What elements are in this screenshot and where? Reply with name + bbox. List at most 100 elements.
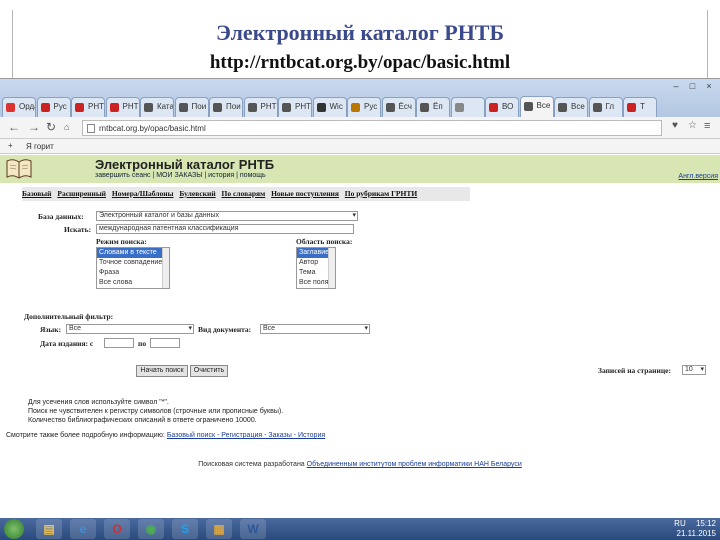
english-version-link[interactable]: Англ.версия — [678, 173, 718, 180]
browser-tab[interactable]: Все — [554, 97, 588, 117]
add-bookmark-icon[interactable]: + — [8, 141, 13, 150]
tab-favicon-icon — [523, 102, 533, 111]
paint-icon[interactable]: ▦ — [206, 519, 232, 539]
search-button[interactable]: Начать поиск — [136, 365, 188, 377]
clock-time[interactable]: 15:12 — [696, 519, 716, 528]
browser-tab[interactable]: РНТ — [243, 97, 278, 117]
browser-tab[interactable]: Т — [623, 97, 657, 117]
mode-option[interactable]: Фраза — [97, 268, 169, 278]
doctype-select[interactable]: Все — [260, 324, 370, 334]
tab-dictionaries[interactable]: По словарям — [222, 189, 266, 198]
minimize-button[interactable]: – — [669, 81, 683, 91]
clock-date[interactable]: 21.11.2015 — [674, 529, 716, 539]
skype-icon[interactable]: S — [172, 519, 198, 539]
start-button[interactable] — [4, 519, 24, 539]
search-value: международная патентная классификация — [99, 225, 239, 232]
note-line: Количество библиографических описаний в … — [28, 417, 257, 424]
open-book-icon — [6, 159, 32, 179]
menu-icon[interactable]: ≡ — [704, 120, 710, 132]
tab-favicon-icon — [592, 103, 602, 112]
browser-tab[interactable]: Ëп — [416, 97, 450, 117]
scrollbar[interactable] — [328, 248, 335, 288]
per-page-select[interactable]: 10 — [682, 365, 706, 375]
browser-tab[interactable]: Орда — [2, 97, 36, 117]
tab-favicon-icon — [385, 103, 395, 112]
footer-link[interactable]: Объединенным институтом проблем информат… — [307, 461, 522, 468]
mode-option[interactable]: Все слова — [97, 278, 169, 288]
opera-icon[interactable]: O — [104, 519, 130, 539]
clear-button[interactable]: Очистить — [190, 365, 228, 377]
browser-tab[interactable]: Гл — [588, 97, 623, 117]
tab-favicon-icon — [6, 103, 15, 112]
browser-tab[interactable]: Рус — [36, 97, 71, 117]
tab-label: Орда — [19, 102, 35, 111]
close-window-button[interactable]: × — [702, 81, 716, 91]
tab-favicon-icon — [489, 103, 498, 112]
reload-icon[interactable]: ↻ — [46, 120, 56, 134]
browser-tab[interactable]: Рус — [347, 97, 381, 117]
tab-label: Wic — [329, 102, 343, 111]
date-to-input[interactable] — [150, 338, 180, 348]
star-icon[interactable]: ☆ — [688, 120, 697, 131]
browser-tab[interactable]: ВО — [485, 97, 519, 117]
browser-tab[interactable]: РНТ — [71, 97, 105, 117]
slide-title: Электронный каталог РНТБ — [215, 20, 505, 45]
mode-option[interactable]: Словами в тексте — [97, 248, 169, 258]
home-icon[interactable]: ⌂ — [64, 122, 69, 132]
back-arrow-icon[interactable]: ← — [8, 120, 20, 134]
maximize-button[interactable]: □ — [685, 81, 699, 91]
bookmarks-bar: + Я горит — [0, 139, 720, 154]
tab-grnti[interactable]: По рубрикам ГРНТИ — [345, 189, 417, 198]
search-mode-list[interactable]: Словами в тексте Точное совпадение Фраза… — [96, 247, 170, 289]
browser-tab[interactable]: РНТ — [278, 97, 312, 117]
database-select[interactable]: Электронный каталог и базы данных — [96, 211, 358, 221]
word-icon[interactable]: W — [240, 519, 266, 539]
language-value: Все — [69, 325, 82, 332]
browser-tab[interactable]: Все — [519, 96, 554, 117]
session-links[interactable]: завершить сеанс | МОИ ЗАКАЗЫ | история |… — [95, 172, 266, 179]
browser-tab[interactable]: Пои — [174, 97, 209, 117]
tab-favicon-icon — [247, 103, 257, 112]
browser-tab[interactable]: Ёсч — [381, 97, 416, 117]
tab-favicon-icon — [316, 103, 326, 112]
ie-icon[interactable]: e — [70, 519, 96, 539]
tab-favicon-icon — [213, 103, 222, 112]
language-indicator[interactable]: RU — [674, 519, 686, 528]
tab-boolean[interactable]: Булевский — [179, 189, 215, 198]
address-bar[interactable]: rntbcat.org.by/opac/basic.html — [82, 120, 662, 136]
see-also-links[interactable]: Базовый поиск - Регистрация - Заказы - И… — [167, 432, 325, 439]
tab-basic[interactable]: Базовый — [22, 189, 51, 198]
window-buttons: – □ × — [669, 81, 716, 91]
tab-label: РНТ — [122, 102, 139, 111]
chrome-icon[interactable]: ◉ — [138, 519, 164, 539]
tab-favicon-icon — [627, 103, 636, 112]
tab-favicon-icon — [282, 103, 291, 112]
forward-arrow-icon[interactable]: → — [28, 120, 40, 134]
browser-tab[interactable]: Пои — [209, 97, 243, 117]
tab-numbers[interactable]: Номера/Шаблоны — [112, 189, 174, 198]
scrollbar[interactable] — [162, 248, 169, 288]
database-value: Электронный каталог и базы данных — [99, 212, 220, 219]
tab-favicon-icon — [40, 103, 50, 112]
browser-tab[interactable]: Ката — [140, 97, 174, 117]
bookmark-item[interactable]: Я горит — [26, 142, 54, 151]
heart-icon[interactable]: ♥ — [672, 120, 678, 131]
footer-text: Поисковая система разработана — [198, 461, 305, 468]
tab-label: РНТ — [260, 102, 277, 111]
search-area-list[interactable]: Заглавие Автор Тема Все поля — [296, 247, 336, 289]
browser-tab[interactable] — [450, 97, 485, 117]
mode-option[interactable]: Точное совпадение — [97, 258, 169, 268]
tab-favicon-icon — [75, 103, 84, 112]
date-from-input[interactable] — [104, 338, 134, 348]
language-select[interactable]: Все — [66, 324, 194, 334]
navigation-bar: ← → ↻ ⌂ rntbcat.org.by/opac/basic.html ♥… — [0, 117, 720, 139]
see-also-text: Смотрите также более подробную информаци… — [6, 432, 165, 439]
tab-new-arrivals[interactable]: Новые поступления — [271, 189, 339, 198]
browser-tab[interactable]: РНТ — [105, 97, 140, 117]
browser-tab[interactable]: Wic — [312, 97, 347, 117]
search-input[interactable]: международная патентная классификация — [96, 224, 354, 234]
tab-extended[interactable]: Расширенный — [57, 189, 106, 198]
page-icon — [87, 124, 95, 133]
doctype-label: Вид документа: — [198, 325, 252, 334]
folder-icon[interactable]: ▤ — [36, 519, 62, 539]
